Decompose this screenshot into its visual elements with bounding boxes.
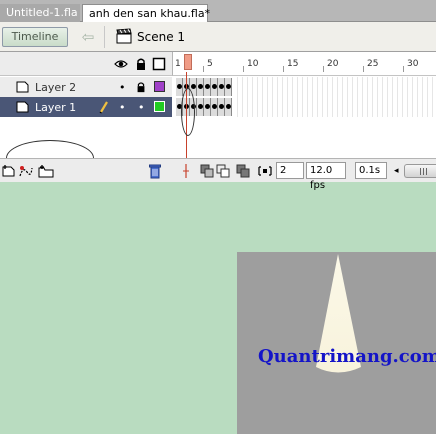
onion-skin-outlines-icon[interactable]	[216, 164, 230, 178]
frames-row-layer-2[interactable]	[176, 77, 436, 97]
current-frame-field: 2	[276, 162, 304, 179]
lock-dot[interactable]: •	[138, 101, 145, 114]
frame-number: 20	[327, 59, 339, 69]
keyframe[interactable]	[197, 98, 204, 116]
scene-clapper-icon	[116, 28, 132, 44]
layer-page-icon	[16, 101, 29, 113]
annotation-ellipse	[181, 88, 195, 136]
elapsed-time-field: 0.1s	[355, 162, 387, 179]
keyframe[interactable]	[225, 78, 232, 96]
timeline-toggle-button[interactable]: Timeline	[2, 27, 68, 47]
playhead[interactable]	[184, 54, 192, 70]
outline-square-icon[interactable]	[152, 57, 166, 71]
layer-header	[0, 52, 172, 76]
tab-untitled-document[interactable]: Untitled-1.fla	[0, 4, 80, 22]
tab-active-document[interactable]: anh den san khau.fla*	[82, 4, 210, 23]
keyframe[interactable]	[197, 78, 204, 96]
layer-color-swatch[interactable]	[154, 101, 165, 112]
lock-icon[interactable]	[134, 57, 148, 71]
layer-color-swatch[interactable]	[154, 81, 165, 92]
insert-folder-icon[interactable]	[38, 164, 54, 178]
trash-icon[interactable]	[148, 163, 162, 179]
keyframe[interactable]	[211, 78, 218, 96]
frame-number: 25	[367, 59, 379, 69]
frame-ruler[interactable]: 1 5 10 15 20 25 30	[172, 52, 436, 76]
eye-icon[interactable]	[114, 57, 128, 71]
empty-frames[interactable]	[233, 77, 436, 97]
scrollbar-grip	[420, 168, 421, 175]
keyframe[interactable]	[218, 98, 225, 116]
horizontal-scrollbar-thumb[interactable]	[404, 164, 436, 178]
frame-number: 5	[207, 59, 213, 69]
keyframe[interactable]	[218, 78, 225, 96]
visibility-dot[interactable]: •	[119, 101, 126, 114]
back-arrow-icon[interactable]: ⇦	[78, 26, 98, 48]
keyframe[interactable]	[204, 78, 211, 96]
watermark-text: Quantrimang.com	[258, 346, 436, 367]
insert-layer-icon[interactable]	[2, 164, 16, 178]
layer-row-layer-2[interactable]: Layer 2 •	[0, 77, 172, 97]
ruler-tick	[203, 66, 204, 72]
scrollbar-grip	[423, 168, 424, 175]
edit-bar: Timeline ⇦ Scene 1	[0, 22, 436, 52]
scene-label[interactable]: Scene 1	[137, 30, 185, 44]
frame-number: 10	[247, 59, 259, 69]
lock-icon[interactable]	[135, 81, 147, 93]
document-tab-strip: Untitled-1.fla anh den san khau.fla*	[0, 0, 436, 23]
keyframe[interactable]	[211, 98, 218, 116]
ruler-tick	[243, 66, 244, 72]
layer-page-icon	[16, 81, 29, 93]
edit-multiple-frames-icon[interactable]	[236, 164, 250, 178]
ruler-tick	[363, 66, 364, 72]
scroll-left-icon[interactable]: ◂	[394, 163, 399, 179]
keyframe[interactable]	[204, 98, 211, 116]
ruler-tick	[283, 66, 284, 72]
timeline-panel: 1 5 10 15 20 25 30 Layer 2 • Layer 1 • •…	[0, 52, 436, 191]
scrollbar-grip	[426, 168, 427, 175]
layer-name[interactable]: Layer 1	[35, 101, 76, 114]
timeline-status-bar: 2 12.0 fps 0.1s ◂	[0, 158, 436, 191]
frame-number: 30	[407, 59, 419, 69]
visibility-dot[interactable]: •	[119, 81, 126, 94]
keyframe[interactable]	[176, 78, 183, 96]
ruler-tick	[323, 66, 324, 72]
center-frame-icon[interactable]	[180, 163, 192, 179]
frame-number: 15	[287, 59, 299, 69]
pencil-icon	[99, 101, 108, 114]
onion-skin-icon[interactable]	[200, 164, 214, 178]
edit-bar-divider	[104, 26, 105, 48]
keyframe[interactable]	[225, 98, 232, 116]
layer-row-layer-1[interactable]: Layer 1 • •	[0, 97, 172, 117]
frame-number: 1	[175, 59, 181, 69]
empty-frames[interactable]	[233, 97, 436, 117]
stage[interactable]	[237, 252, 436, 434]
layer-name[interactable]: Layer 2	[35, 81, 76, 94]
frame-rate-field[interactable]: 12.0 fps	[306, 162, 346, 191]
frames-row-layer-1[interactable]	[176, 97, 436, 117]
ruler-tick	[403, 66, 404, 72]
modify-onion-markers-icon[interactable]	[258, 164, 272, 178]
spotlight-cone[interactable]	[237, 252, 436, 434]
add-motion-guide-icon[interactable]	[18, 164, 34, 178]
